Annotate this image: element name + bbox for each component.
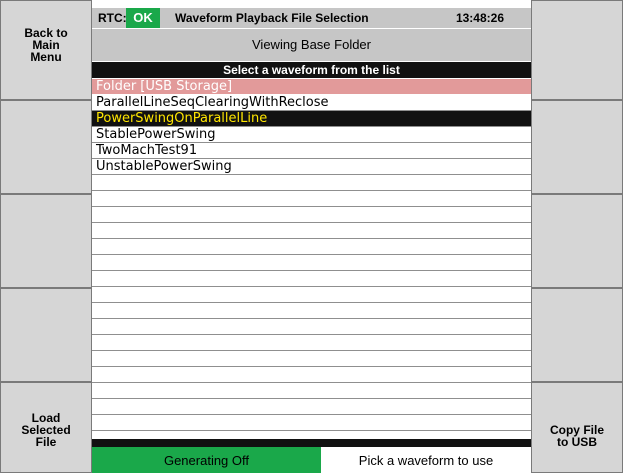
empty-list-row bbox=[92, 271, 531, 287]
right-soft-button-1[interactable] bbox=[531, 0, 623, 100]
waveform-list-item[interactable]: StablePowerSwing bbox=[92, 127, 531, 143]
back-to-main-menu-label: Back to Main Menu bbox=[24, 26, 68, 64]
empty-list-row bbox=[92, 191, 531, 207]
waveform-list-item[interactable]: TwoMachTest91 bbox=[92, 143, 531, 159]
back-to-main-menu-button[interactable]: Back to Main Menu bbox=[0, 0, 92, 100]
clock: 13:48:26 bbox=[455, 11, 504, 25]
rtc-status-badge: OK bbox=[126, 8, 160, 28]
load-selected-file-button[interactable]: Load Selected File bbox=[0, 382, 92, 473]
waveform-file-list: Folder [USB Storage] ParallelLineSeqClear… bbox=[92, 79, 531, 431]
empty-list-row bbox=[92, 223, 531, 239]
load-selected-file-label: Load Selected File bbox=[21, 411, 71, 449]
left-soft-button-3[interactable] bbox=[0, 194, 92, 288]
empty-list-row bbox=[92, 415, 531, 431]
waveform-list-item[interactable]: PowerSwingOnParallelLine bbox=[92, 111, 531, 127]
empty-list-row bbox=[92, 175, 531, 191]
empty-list-row bbox=[92, 303, 531, 319]
empty-list-row bbox=[92, 207, 531, 223]
empty-list-row bbox=[92, 367, 531, 383]
right-soft-button-2[interactable] bbox=[531, 100, 623, 194]
empty-list-row bbox=[92, 319, 531, 335]
left-soft-button-4[interactable] bbox=[0, 288, 92, 382]
copy-file-to-usb-button[interactable]: Copy File to USB bbox=[531, 382, 623, 473]
empty-list-row bbox=[92, 335, 531, 351]
page-title: Waveform Playback File Selection bbox=[175, 11, 369, 25]
empty-list-row bbox=[92, 255, 531, 271]
copy-file-to-usb-label: Copy File to USB bbox=[549, 423, 604, 449]
generating-status: Generating Off bbox=[92, 447, 321, 473]
folder-subheader: Viewing Base Folder bbox=[92, 29, 531, 61]
list-header: Select a waveform from the list bbox=[92, 62, 531, 78]
empty-list-row bbox=[92, 383, 531, 399]
center-panel: RTC: OK Waveform Playback File Selection… bbox=[92, 0, 531, 473]
right-soft-button-4[interactable] bbox=[531, 288, 623, 382]
empty-list-row bbox=[92, 351, 531, 367]
right-soft-button-3[interactable] bbox=[531, 194, 623, 288]
empty-list-row bbox=[92, 287, 531, 303]
footer-divider bbox=[92, 439, 531, 447]
hint-message: Pick a waveform to use bbox=[321, 447, 531, 473]
empty-list-row bbox=[92, 399, 531, 415]
folder-usb-storage-item[interactable]: Folder [USB Storage] bbox=[92, 79, 531, 95]
waveform-list-item[interactable]: ParallelLineSeqClearingWithReclose bbox=[92, 95, 531, 111]
left-soft-button-2[interactable] bbox=[0, 100, 92, 194]
empty-list-row bbox=[92, 239, 531, 255]
status-bar: RTC: OK Waveform Playback File Selection… bbox=[92, 8, 531, 28]
waveform-list-item[interactable]: UnstablePowerSwing bbox=[92, 159, 531, 175]
rtc-label: RTC: bbox=[98, 11, 127, 25]
